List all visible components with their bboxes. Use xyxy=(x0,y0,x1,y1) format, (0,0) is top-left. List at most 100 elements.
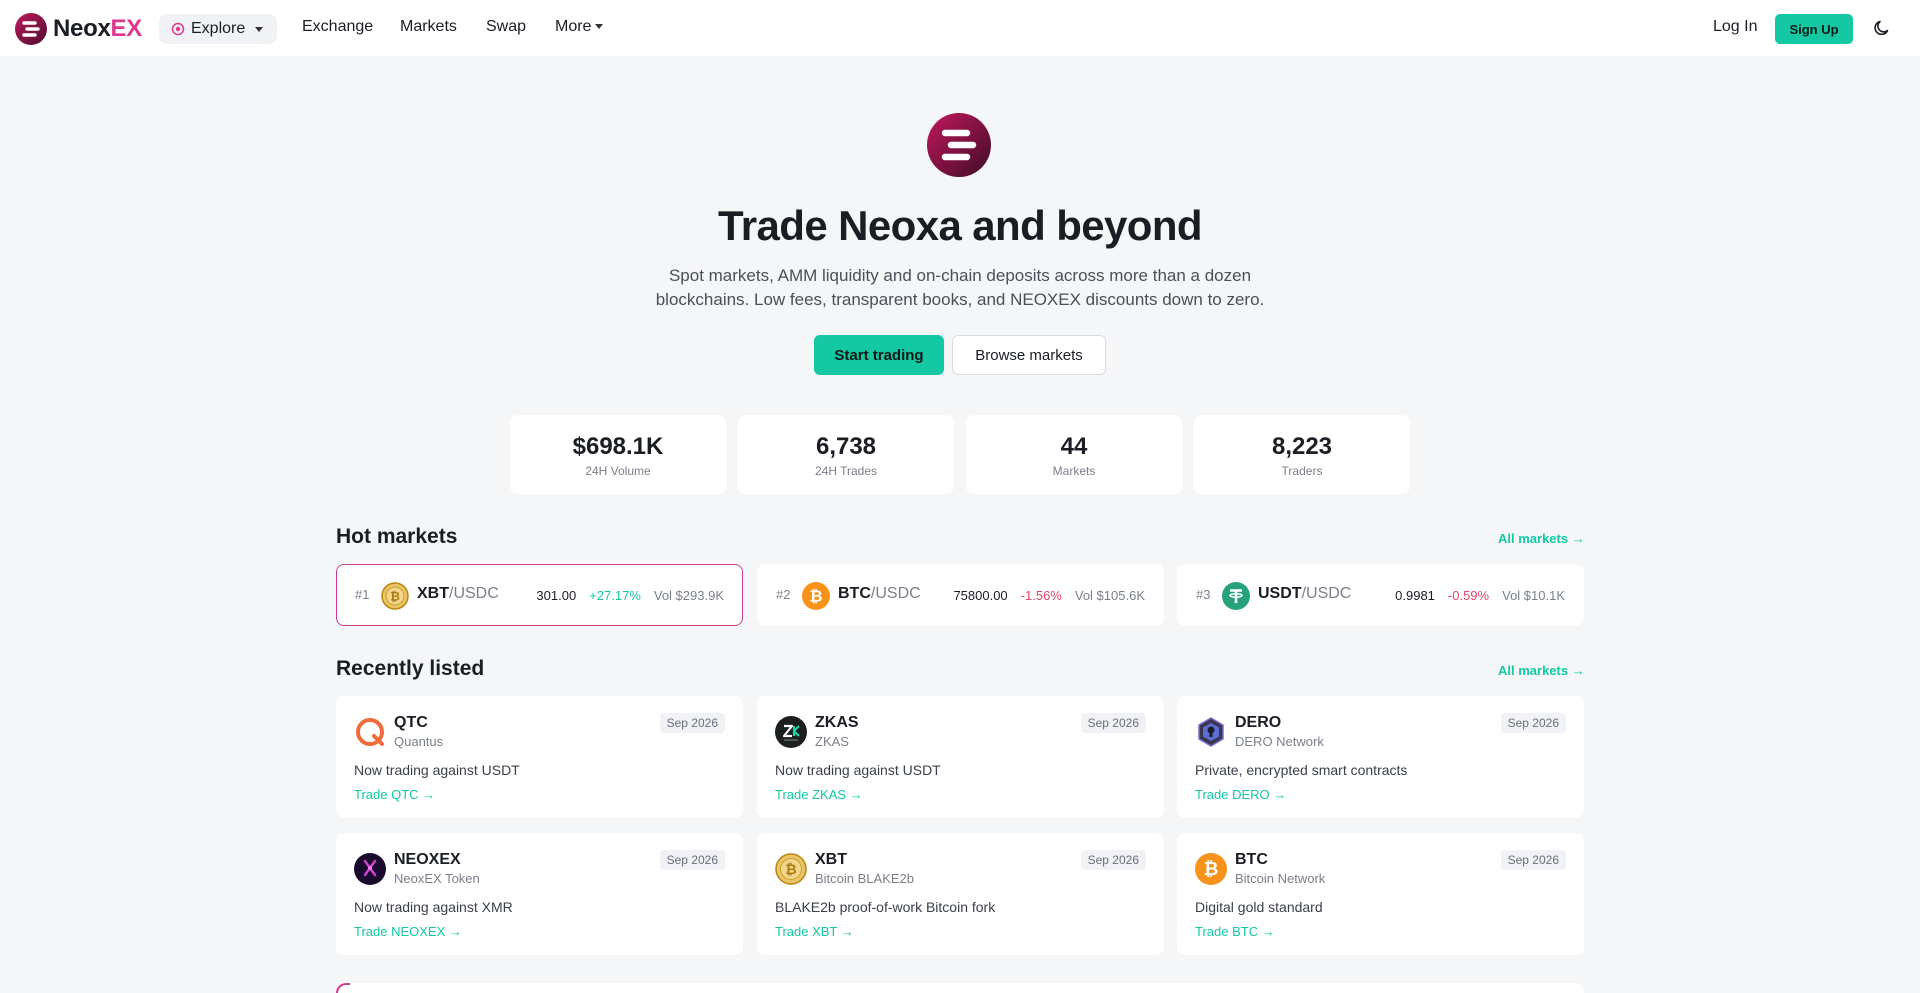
stat-label: Traders xyxy=(1281,464,1323,478)
listing-card[interactable]: ₿ BTC Bitcoin Network Sep 2026 Digital g… xyxy=(1177,833,1584,955)
market-stats: 301.00 +27.17% Vol $293.9K xyxy=(536,588,724,603)
hot-market-card[interactable]: #1 ₿ XBT/USDC 301.00 +27.17% Vol $293.9K xyxy=(336,564,743,626)
listing-card[interactable]: ₿ XBT Bitcoin BLAKE2b Sep 2026 BLAKE2b p… xyxy=(757,833,1164,955)
zkas-coin-icon xyxy=(775,716,807,748)
listing-trade-link[interactable]: Trade DERO → xyxy=(1195,787,1286,802)
svg-text:₿: ₿ xyxy=(809,587,822,606)
stat-card-volume: $698.1K 24H Volume xyxy=(510,415,726,494)
listing-card[interactable]: DERO DERO Network Sep 2026 Private, encr… xyxy=(1177,696,1584,818)
hot-markets-title: Hot markets xyxy=(336,525,458,548)
listing-symbol: QTC xyxy=(394,714,428,731)
recently-listed-all-link[interactable]: All markets → xyxy=(1498,663,1585,678)
brand-logo-link[interactable]: NeoxEX xyxy=(15,13,142,45)
listing-description: Private, encrypted smart contracts xyxy=(1195,762,1408,778)
stat-value: 8,223 xyxy=(1271,433,1333,460)
explore-dropdown[interactable]: Explore xyxy=(159,14,278,44)
nav-link-swap[interactable]: Swap xyxy=(486,18,526,36)
market-change: -0.59% xyxy=(1447,588,1490,603)
xbt-coin-icon: ₿ xyxy=(775,853,807,885)
stat-label: Markets xyxy=(1052,464,1096,478)
market-pair: USDT/USDC xyxy=(1258,585,1351,603)
listing-card[interactable]: NEOXEX NeoxEX Token Sep 2026 Now trading… xyxy=(336,833,743,955)
market-rank: #2 xyxy=(776,587,791,602)
market-change: -1.56% xyxy=(1020,588,1062,603)
listing-date-badge: Sep 2026 xyxy=(1500,850,1566,870)
listing-date-badge: Sep 2026 xyxy=(659,850,725,870)
market-volume: Vol $105.6K xyxy=(1074,588,1145,603)
moon-icon[interactable] xyxy=(1873,19,1891,37)
stat-value: $698.1K xyxy=(572,433,664,460)
login-link[interactable]: Log In xyxy=(1713,18,1757,36)
brand-name-ex: EX xyxy=(110,15,143,42)
listing-date-badge: Sep 2026 xyxy=(1080,850,1146,870)
market-price: 75800.00 xyxy=(953,588,1008,603)
stat-label: 24H Trades xyxy=(814,464,878,478)
stat-card-traders: 8,223 Traders xyxy=(1194,415,1410,494)
market-rank: #1 xyxy=(355,587,370,602)
listing-card[interactable]: ZKAS ZKAS Sep 2026 Now trading against U… xyxy=(757,696,1164,818)
dero-coin-icon xyxy=(1198,717,1224,747)
market-pair: XBT/USDC xyxy=(417,585,499,603)
hot-market-card[interactable]: #3 USDT/USDC 0.9981 -0.59% Vol $10.1K xyxy=(1177,564,1584,626)
listing-name: Bitcoin Network xyxy=(1235,871,1326,886)
listing-trade-link[interactable]: Trade ZKAS → xyxy=(775,787,863,802)
hot-markets-all-link[interactable]: All markets → xyxy=(1498,531,1585,546)
listing-date-badge: Sep 2026 xyxy=(1500,713,1566,733)
listing-name: NeoxEX Token xyxy=(394,871,480,886)
pair-base: USDT xyxy=(1258,585,1302,602)
market-stats: 0.9981 -0.59% Vol $10.1K xyxy=(1395,588,1565,603)
listing-symbol: BTC xyxy=(1235,851,1268,868)
signup-button[interactable]: Sign Up xyxy=(1775,14,1853,44)
listing-description: Now trading against USDT xyxy=(775,762,941,778)
recently-listed-title: Recently listed xyxy=(336,657,485,680)
listing-name: DERO Network xyxy=(1235,734,1324,749)
stat-value: 6,738 xyxy=(815,433,877,460)
listing-symbol: XBT xyxy=(815,851,847,868)
market-change: +27.17% xyxy=(589,588,641,603)
hero-subtitle: Spot markets, AMM liquidity and on-chain… xyxy=(655,266,1265,309)
pair-quote: /USDC xyxy=(1301,585,1352,602)
listing-description: BLAKE2b proof-of-work Bitcoin fork xyxy=(775,899,996,915)
pair-quote: /USDC xyxy=(870,585,921,602)
stat-card-trades: 6,738 24H Trades xyxy=(738,415,954,494)
listing-description: Now trading against XMR xyxy=(354,899,513,915)
nav-link-more[interactable]: More xyxy=(555,18,604,36)
listing-card[interactable]: QTC Quantus Sep 2026 Now trading against… xyxy=(336,696,743,818)
xbt-coin-icon: ₿ xyxy=(381,582,409,610)
market-stats: 75800.00 -1.56% Vol $105.6K xyxy=(953,588,1145,603)
listing-symbol: ZKAS xyxy=(815,714,859,731)
market-volume: Vol $10.1K xyxy=(1502,588,1565,603)
listing-trade-link[interactable]: Trade QTC → xyxy=(354,787,435,802)
listing-description: Now trading against USDT xyxy=(354,762,520,778)
listing-name: Bitcoin BLAKE2b xyxy=(815,871,915,886)
usdt-coin-icon xyxy=(1222,582,1250,610)
browse-markets-button[interactable]: Browse markets xyxy=(952,335,1106,375)
listing-symbol: NEOXEX xyxy=(394,851,461,868)
stat-label: 24H Volume xyxy=(585,464,651,478)
chevron-down-icon xyxy=(595,24,604,30)
stat-card-markets: 44 Markets xyxy=(966,415,1182,494)
svg-text:₿: ₿ xyxy=(1204,859,1219,880)
listing-description: Digital gold standard xyxy=(1195,899,1323,915)
market-volume: Vol $293.9K xyxy=(653,588,724,603)
neoxex-hero-logo-icon xyxy=(927,113,991,177)
hot-market-card[interactable]: #2 ₿ BTC/USDC 75800.00 -1.56% Vol $105.6… xyxy=(757,564,1164,626)
brand-name: NeoxEX xyxy=(53,15,142,43)
pair-quote: /USDC xyxy=(449,585,499,602)
nav-link-markets[interactable]: Markets xyxy=(400,18,457,36)
next-section-card xyxy=(336,983,1584,993)
listing-trade-link[interactable]: Trade XBT → xyxy=(775,924,854,939)
stat-value: 44 xyxy=(1060,433,1088,460)
start-trading-button[interactable]: Start trading xyxy=(814,335,944,375)
market-price: 301.00 xyxy=(536,588,577,603)
market-price: 0.9981 xyxy=(1395,588,1435,603)
listing-trade-link[interactable]: Trade BTC → xyxy=(1195,924,1275,939)
nav-link-exchange[interactable]: Exchange xyxy=(302,18,373,36)
listing-date-badge: Sep 2026 xyxy=(1080,713,1146,733)
explore-label: Explore xyxy=(191,20,246,37)
svg-text:₿: ₿ xyxy=(390,590,400,604)
listing-trade-link[interactable]: Trade NEOXEX → xyxy=(354,924,462,939)
listing-name: ZKAS xyxy=(815,734,849,749)
btc-coin-icon: ₿ xyxy=(1195,853,1227,885)
explore-icon xyxy=(171,22,185,36)
